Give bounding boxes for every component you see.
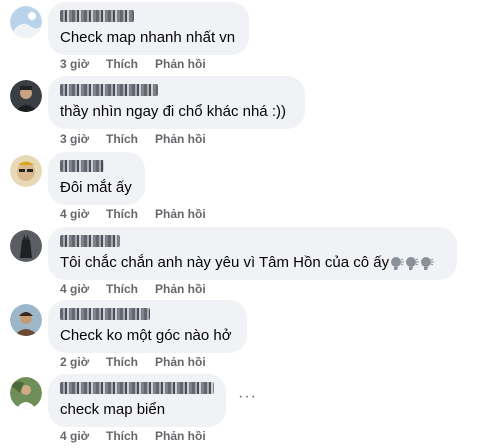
reply-button[interactable]: Phản hồi: [155, 207, 206, 221]
comment-time[interactable]: 3 giờ: [60, 57, 106, 71]
comment-text: Check map nhanh nhất vn: [60, 29, 236, 46]
comment-time[interactable]: 4 giờ: [60, 207, 106, 221]
like-button[interactable]: Thích: [106, 282, 155, 296]
avatar[interactable]: [10, 230, 42, 262]
comment-text: check map biển: [60, 401, 166, 418]
comment-time[interactable]: 4 giờ: [60, 429, 106, 443]
comment-time[interactable]: 3 giờ: [60, 132, 106, 146]
speaking-head-emoji-icon: [420, 256, 435, 276]
comment-actions: 3 giờ Thích Phản hồi: [60, 132, 206, 146]
commenter-name-blurred[interactable]: [60, 382, 214, 394]
reply-button[interactable]: Phản hồi: [155, 355, 206, 369]
comment-text: Đôi mắt ấy: [60, 179, 132, 196]
avatar[interactable]: [10, 304, 42, 336]
reply-button[interactable]: Phản hồi: [155, 282, 206, 296]
comment-bubble: check map biển: [48, 374, 226, 427]
commenter-name-blurred[interactable]: [60, 235, 120, 247]
like-button[interactable]: Thích: [106, 355, 155, 369]
commenter-name-blurred[interactable]: [60, 160, 104, 172]
more-options-button[interactable]: ···: [238, 388, 257, 406]
comment-text: Check ko một góc nào hở: [60, 327, 232, 344]
comment-time[interactable]: 4 giờ: [60, 282, 106, 296]
comment-actions: 4 giờ Thích Phản hồi: [60, 207, 206, 221]
reply-button[interactable]: Phản hồi: [155, 57, 206, 71]
comment-text: Tôi chắc chắn anh này yêu vì Tâm Hồn của…: [60, 253, 445, 276]
comment-text-body: Tôi chắc chắn anh này yêu vì Tâm Hồn của…: [60, 254, 390, 271]
commenter-name-blurred[interactable]: [60, 308, 150, 320]
comment-bubble: thầy nhìn ngay đi chổ khác nhá :)): [48, 76, 305, 129]
reply-button[interactable]: Phản hồi: [155, 132, 206, 146]
like-button[interactable]: Thích: [106, 429, 155, 443]
commenter-name-blurred[interactable]: [60, 10, 134, 22]
avatar[interactable]: [10, 80, 42, 112]
like-button[interactable]: Thích: [106, 207, 155, 221]
comment-time[interactable]: 2 giờ: [60, 355, 106, 369]
avatar[interactable]: [10, 377, 42, 409]
comment-text: thầy nhìn ngay đi chổ khác nhá :)): [60, 103, 286, 120]
comment-actions: 2 giờ Thích Phản hồi: [60, 355, 206, 369]
avatar[interactable]: [10, 6, 42, 38]
speaking-head-emoji-icon: [405, 256, 420, 276]
reply-button[interactable]: Phản hồi: [155, 429, 206, 443]
comment-bubble: Check map nhanh nhất vn: [48, 2, 249, 55]
speaking-head-emoji-icon: [390, 256, 405, 276]
comment-bubble: Tôi chắc chắn anh này yêu vì Tâm Hồn của…: [48, 227, 457, 280]
like-button[interactable]: Thích: [106, 57, 155, 71]
avatar[interactable]: [10, 155, 42, 187]
comment-bubble: Check ko một góc nào hở: [48, 300, 247, 353]
comment-bubble: Đôi mắt ấy: [48, 152, 145, 205]
like-button[interactable]: Thích: [106, 132, 155, 146]
comment-actions: 3 giờ Thích Phản hồi: [60, 57, 206, 71]
comment-actions: 4 giờ Thích Phản hồi: [60, 429, 206, 443]
commenter-name-blurred[interactable]: [60, 84, 158, 96]
comment-actions: 4 giờ Thích Phản hồi: [60, 282, 206, 296]
